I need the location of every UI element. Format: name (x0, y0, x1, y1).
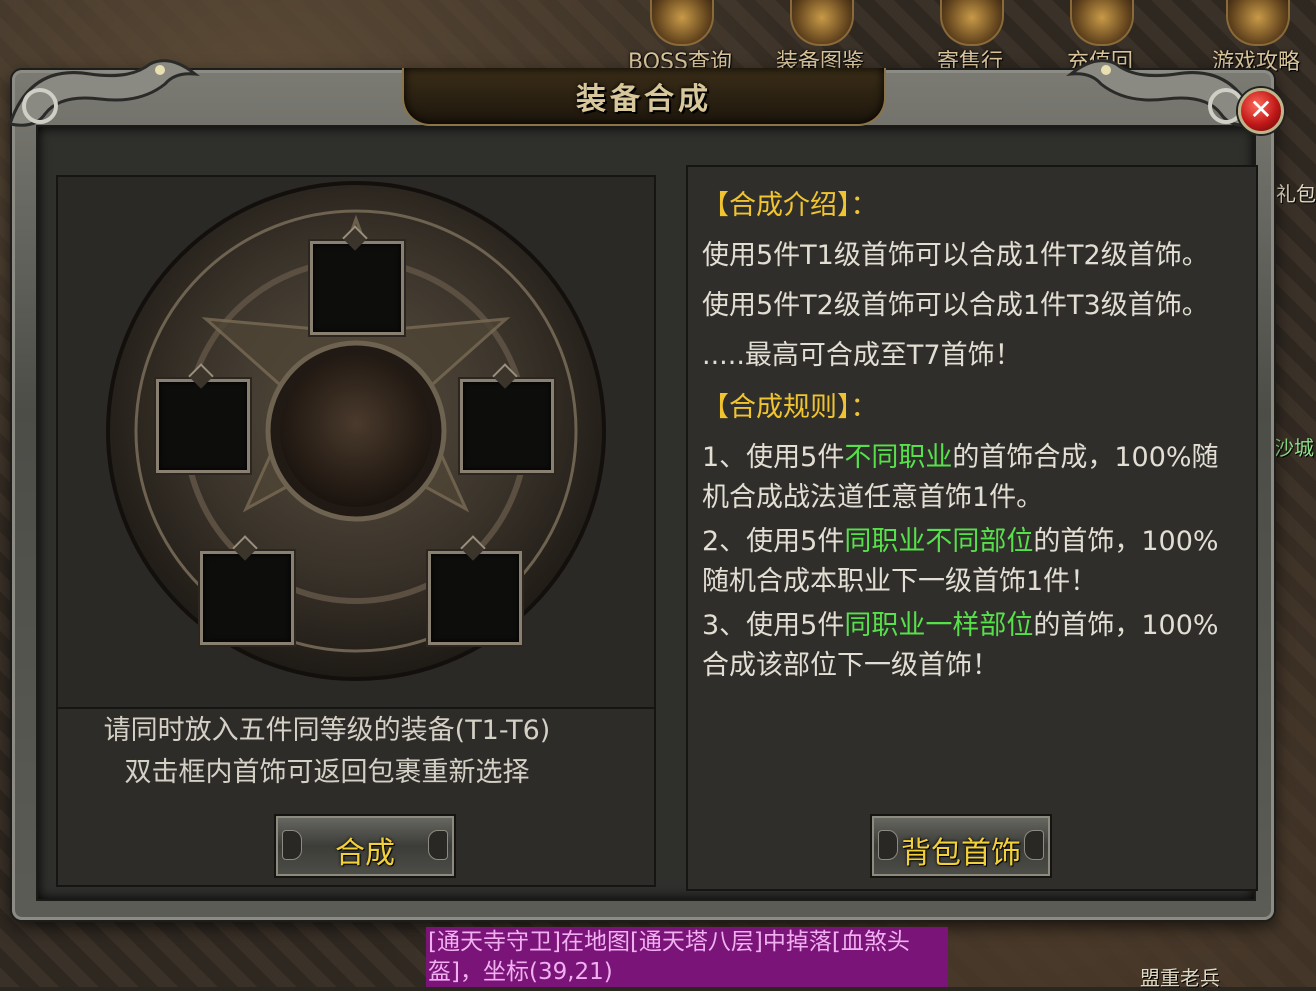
atlas-icon (790, 0, 854, 46)
button-cap-right (1024, 830, 1044, 860)
rule-1-suffix: 的首饰合成，100%随 (952, 442, 1219, 473)
slot-box (200, 551, 294, 645)
close-icon: ✕ (1249, 93, 1273, 126)
intro-line-1: 使用5件T1级首饰可以合成1件T2级首饰。 (702, 240, 1209, 271)
treasure-icon (1070, 0, 1134, 46)
chat-line-1: [通天寺守卫]在地图[通天塔八层]中掉落[血煞头 (428, 929, 910, 955)
slot-box (460, 379, 554, 473)
intro-line-2: 使用5件T2级首饰可以合成1件T3级首饰。 (702, 290, 1209, 321)
dragon-ornament-left (8, 59, 200, 127)
rule-3-suffix: 的首饰，100% (1033, 610, 1219, 641)
scroll-icon (1226, 0, 1290, 46)
rule-2-prefix: 2、使用5件 (702, 526, 845, 557)
gift-pack-label[interactable]: 礼包 (1276, 178, 1316, 207)
dialog-title: 装备合成 (576, 82, 712, 117)
system-chat-message: [通天寺守卫]在地图[通天塔八层]中掉落[血煞头 盔]，坐标(39,21) (426, 927, 948, 987)
intro-heading: 【合成介绍】： (702, 190, 878, 221)
dragon-ornament-right (1066, 59, 1258, 127)
hint-line-1: 请同时放入五件同等级的装备(T1-T6) (103, 715, 551, 746)
synthesize-button[interactable]: 合成 (274, 814, 456, 878)
rule-2-suffix: 的首饰，100% (1033, 526, 1219, 557)
bag-accessories-button[interactable]: 背包首饰 (870, 814, 1052, 878)
rule-3-prefix: 3、使用5件 (702, 610, 845, 641)
boss-query-button[interactable]: BOSS查询 (620, 0, 740, 75)
intro-line-3: .....最高可合成至T7首饰！ (702, 340, 1022, 371)
button-cap-right (428, 830, 448, 860)
equipment-slot-left[interactable] (152, 363, 250, 473)
rule-2-line-2: 随机合成本职业下一级首饰1件！ (702, 566, 1098, 597)
title-bar: 装备合成 (402, 68, 886, 126)
consignment-button[interactable]: 寄售行 (910, 0, 1030, 75)
sand-city-label[interactable]: 沙城 (1274, 432, 1314, 461)
rule-2: 2、使用5件同职业不同部位的首饰，100% (702, 522, 1262, 562)
synthesis-slot-panel (56, 175, 656, 709)
equipment-slot-bottom-left[interactable] (196, 535, 294, 645)
rule-3: 3、使用5件同职业一样部位的首饰，100% (702, 606, 1262, 646)
equipment-atlas-button[interactable]: 装备图鉴 (760, 0, 880, 75)
close-button[interactable]: ✕ (1238, 88, 1284, 134)
chat-line-2: 盔]，坐标(39,21) (428, 959, 613, 985)
rule-1: 1、使用5件不同职业的首饰合成，100%随 (702, 438, 1262, 478)
rule-2-highlight: 同职业不同部位 (844, 526, 1034, 557)
equipment-slot-right[interactable] (456, 363, 554, 473)
rule-3-line-2: 合成该部位下一级首饰！ (702, 650, 999, 681)
rule-1-prefix: 1、使用5件 (702, 442, 845, 473)
rule-1-highlight: 不同职业 (844, 442, 953, 473)
rule-1-line-2: 机合成战法道任意首饰1件。 (702, 482, 1044, 513)
slot-box (156, 379, 250, 473)
slot-box (310, 241, 404, 335)
equipment-slot-bottom-right[interactable] (424, 535, 522, 645)
hint-line-2: 双击框内首饰可返回包裹重新选择 (124, 757, 530, 788)
pagoda-icon (940, 0, 1004, 46)
rules-heading: 【合成规则】： (702, 392, 878, 423)
rule-3-highlight: 同职业一样部位 (844, 610, 1034, 641)
boss-icon (650, 0, 714, 46)
equipment-synthesis-dialog: 装备合成 ✕ 请同时放入五件同等级的装备(T1-T6) 双击框内首饰可返回包裹重… (8, 59, 1284, 920)
equipment-slot-top[interactable] (306, 225, 404, 335)
slot-box (428, 551, 522, 645)
